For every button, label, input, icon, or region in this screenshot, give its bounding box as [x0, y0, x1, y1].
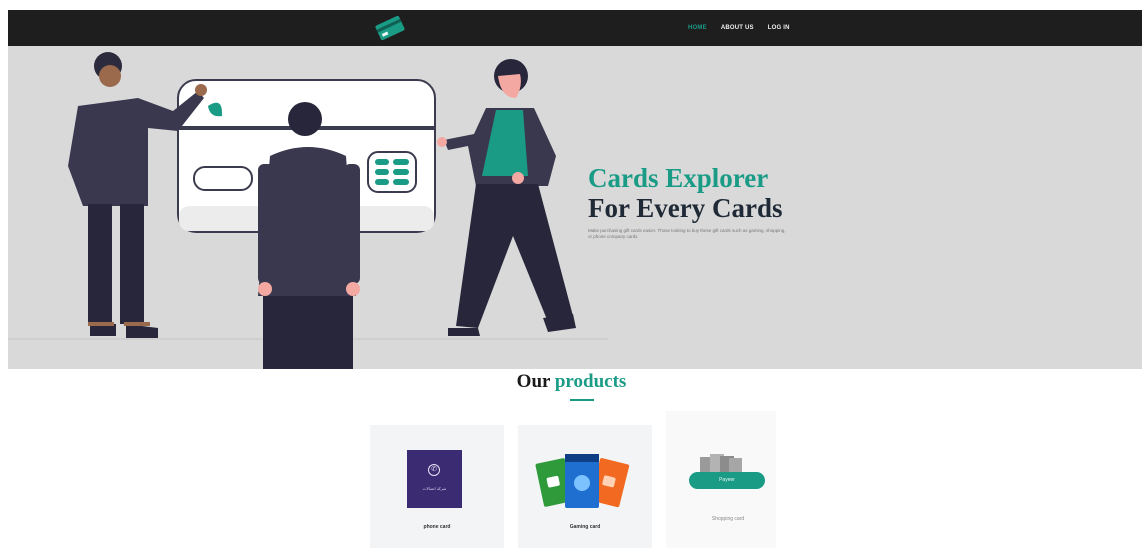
- nav-about-link[interactable]: ABOUT US: [721, 25, 754, 31]
- products-title-word2: products: [554, 371, 627, 392]
- product-card-phone[interactable]: ✆ شركة اتصالات phone card: [370, 425, 504, 548]
- product-card-label: phone card: [423, 524, 451, 530]
- hero-section: Cards Explorer For Every Cards Make purc…: [8, 46, 1142, 369]
- product-card-label: Shopping card: [711, 516, 745, 522]
- title-underline: [570, 399, 594, 401]
- product-card-gaming[interactable]: Gaming card: [518, 425, 652, 548]
- phone-card-image: ✆ شركة اتصالات: [407, 450, 462, 508]
- credit-card-logo-icon[interactable]: [370, 13, 410, 43]
- product-card-shopping[interactable]: Payeer Shopping card: [666, 411, 776, 548]
- nav-login-link[interactable]: LOG IN: [768, 25, 790, 31]
- hero-description: Make purchasing gift cards easier. Those…: [588, 228, 786, 239]
- products-title-word1: Our: [516, 371, 551, 392]
- payeer-button[interactable]: Payeer: [689, 472, 765, 489]
- gaming-cards-image: [535, 454, 630, 508]
- nav-links: HOME ABOUT US LOG IN: [688, 10, 790, 46]
- product-card-label: Gaming card: [569, 524, 601, 530]
- hero-title-line2: For Every Cards: [588, 193, 783, 223]
- hero-illustration: [8, 52, 608, 369]
- navbar: HOME ABOUT US LOG IN: [8, 10, 1142, 46]
- woman-illustration: [437, 59, 576, 336]
- hero-title: Cards Explorer For Every Cards: [588, 163, 782, 223]
- phone-handset-icon: ✆: [428, 464, 440, 476]
- products-section-title: Our products: [0, 371, 1143, 393]
- nav-home-link[interactable]: HOME: [688, 25, 707, 31]
- phone-card-brand: شركة اتصالات: [422, 486, 447, 491]
- hero-title-line1: Cards Explorer: [588, 163, 769, 193]
